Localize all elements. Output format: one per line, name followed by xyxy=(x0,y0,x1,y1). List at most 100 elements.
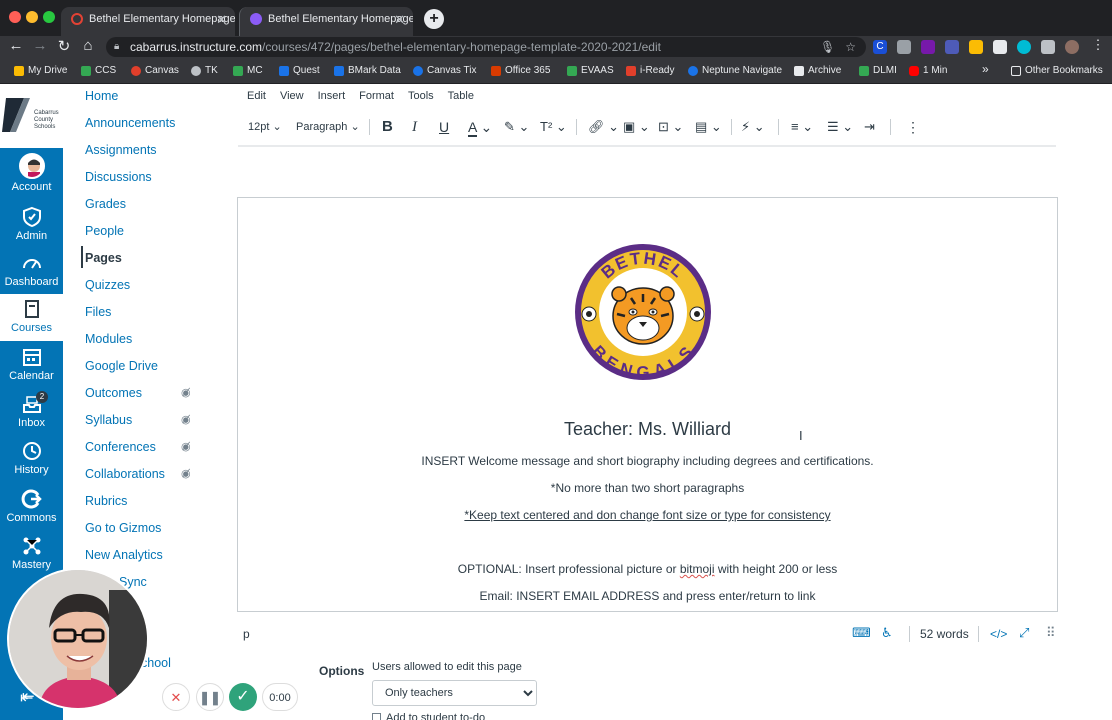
bookmark-item[interactable]: DLMI xyxy=(859,64,897,78)
global-nav-calendar[interactable]: Calendar xyxy=(0,342,63,389)
bookmark-item[interactable]: CCS xyxy=(81,64,116,78)
bookmark-item[interactable]: i-Ready xyxy=(626,64,674,78)
global-nav-mastery[interactable]: Mastery xyxy=(0,531,63,578)
course-nav-files[interactable]: Files xyxy=(85,305,111,319)
checkbox-box[interactable] xyxy=(372,713,381,720)
course-nav-new-analytics[interactable]: New Analytics xyxy=(85,548,163,562)
recorder-collapse-icon[interactable]: ⇤ xyxy=(22,687,35,705)
school-logo[interactable]: Cabarrus County Schools xyxy=(0,84,63,148)
element-path[interactable]: p xyxy=(243,627,250,641)
course-nav-people[interactable]: People xyxy=(85,224,124,238)
bookmark-item[interactable]: TK xyxy=(191,64,218,78)
other-bookmarks[interactable]: Other Bookmarks xyxy=(1011,64,1103,78)
extension-c-icon[interactable]: C xyxy=(873,40,887,54)
text-color-icon[interactable]: A ⌄ xyxy=(468,114,492,140)
zoom-window-button[interactable] xyxy=(43,11,55,23)
microphone-icon[interactable]: 🎙︎ xyxy=(820,40,835,54)
close-window-button[interactable] xyxy=(9,11,21,23)
resize-handle-icon[interactable]: ⠿ xyxy=(1046,625,1056,641)
browser-tab-2[interactable]: Bethel Elementary Homepage ✕ xyxy=(239,7,413,36)
course-nav-syllabus[interactable]: Syllabus xyxy=(85,413,132,427)
onenote-icon[interactable] xyxy=(921,40,935,54)
extension-screen-icon[interactable] xyxy=(993,40,1007,54)
global-nav-dashboard[interactable]: Dashboard xyxy=(0,248,63,295)
bookmark-item[interactable]: Canvas Tix xyxy=(413,64,476,78)
keyboard-shortcuts-icon[interactable]: ⌨︎ xyxy=(852,625,871,641)
link-icon[interactable]: 🔗︎ ⌄ xyxy=(588,114,619,140)
block-format-select[interactable]: Paragraph ⌄ xyxy=(296,114,360,140)
extension-color-icon[interactable] xyxy=(969,40,983,54)
indent-icon[interactable]: ⇥ xyxy=(864,114,875,140)
cancel-recording-button[interactable]: ✕ xyxy=(162,683,190,711)
course-nav-conferences[interactable]: Conferences xyxy=(85,440,156,454)
html-editor-toggle[interactable]: </> xyxy=(990,627,1007,641)
home-icon[interactable]: ⌂ xyxy=(78,37,98,54)
italic-icon[interactable]: I xyxy=(412,114,417,140)
underline-icon[interactable]: U xyxy=(439,114,449,140)
tab-close-icon[interactable]: ✕ xyxy=(216,7,227,32)
menu-tools[interactable]: Tools xyxy=(408,90,434,102)
menu-format[interactable]: Format xyxy=(359,90,394,102)
course-nav-grades[interactable]: Grades xyxy=(85,197,126,211)
bookmark-item[interactable]: Office 365 xyxy=(491,64,550,78)
course-nav-announcements[interactable]: Announcements xyxy=(85,116,175,130)
apps-plug-icon[interactable]: ⚡︎ ⌄ xyxy=(741,114,765,140)
global-nav-commons[interactable]: Commons xyxy=(0,484,63,531)
word-count[interactable]: 52 words xyxy=(920,627,969,641)
extension-circle-icon[interactable] xyxy=(945,40,959,54)
tab-close-icon[interactable]: ✕ xyxy=(394,7,405,32)
global-nav-courses[interactable]: Courses xyxy=(0,294,63,341)
fullscreen-icon[interactable]: ⤢ xyxy=(1019,625,1029,641)
global-nav-admin[interactable]: Admin xyxy=(0,202,63,249)
global-nav-inbox[interactable]: 2 Inbox xyxy=(0,389,63,436)
align-center-icon[interactable]: ≡ ⌄ xyxy=(791,114,813,140)
address-bar[interactable]: 🔒︎ cabarrus.instructure.com/courses/472/… xyxy=(106,37,866,57)
bookmark-item[interactable]: EVAAS xyxy=(567,64,614,78)
pause-recording-button[interactable]: ❚❚ xyxy=(196,683,224,711)
edit-permission-select[interactable]: Only teachers xyxy=(372,680,537,706)
course-nav-assignments[interactable]: Assignments xyxy=(85,143,157,157)
course-nav-quizzes[interactable]: Quizzes xyxy=(85,278,130,292)
bookmark-item[interactable]: My Drive xyxy=(14,64,67,78)
browser-tab-1[interactable]: Bethel Elementary Homepage ✕ xyxy=(61,7,235,36)
bookmark-item[interactable]: MC xyxy=(233,64,263,78)
editor-content-area[interactable]: BETHEL BENGALS Teacher: Ms. Williard INS… xyxy=(237,197,1058,612)
highlight-color-icon[interactable]: ✎ ⌄ xyxy=(504,114,529,140)
bookmark-item[interactable]: BMark Data xyxy=(334,64,401,78)
more-bookmarks-button[interactable]: » xyxy=(982,62,989,76)
bookmark-item[interactable]: Canvas xyxy=(131,64,179,78)
minimize-window-button[interactable] xyxy=(26,11,38,23)
global-nav-history[interactable]: History xyxy=(0,436,63,483)
new-tab-button[interactable]: + xyxy=(424,9,444,29)
bulleted-list-icon[interactable]: ☰ ⌄ xyxy=(827,114,853,140)
reload-icon[interactable]: ↻ xyxy=(54,37,74,55)
recorder-more-icon[interactable]: ··· xyxy=(140,687,154,703)
image-icon[interactable]: ▣ ⌄ xyxy=(623,114,650,140)
more-options-icon[interactable]: ⋮ xyxy=(906,114,920,140)
bookmark-item[interactable]: 1 Min xyxy=(909,64,947,78)
back-arrow-icon[interactable]: ← xyxy=(6,37,26,54)
bold-icon[interactable]: B xyxy=(382,114,393,140)
profile-avatar-icon[interactable] xyxy=(1065,40,1079,54)
menu-view[interactable]: View xyxy=(280,90,304,102)
extension-grid-icon[interactable] xyxy=(897,40,911,54)
course-nav-rubrics[interactable]: Rubrics xyxy=(85,494,127,508)
course-nav-pages[interactable]: Pages xyxy=(85,251,122,265)
course-nav-gizmos[interactable]: Go to Gizmos xyxy=(85,521,161,535)
finish-recording-button[interactable]: ✓ xyxy=(229,683,257,711)
extensions-puzzle-icon[interactable] xyxy=(1041,40,1055,54)
accessibility-checker-icon[interactable]: ♿︎ xyxy=(881,625,893,641)
browser-menu-icon[interactable]: ⋮ xyxy=(1088,37,1108,53)
course-nav-collaborations[interactable]: Collaborations xyxy=(85,467,165,481)
bookmark-item[interactable]: Neptune Navigate xyxy=(688,64,782,78)
student-todo-checkbox[interactable]: Add to student to-do xyxy=(372,712,485,720)
menu-edit[interactable]: Edit xyxy=(247,90,266,102)
course-nav-google-drive[interactable]: Google Drive xyxy=(85,359,158,373)
extension-diamond-icon[interactable] xyxy=(1017,40,1031,54)
course-nav-home[interactable]: Home xyxy=(85,89,118,103)
global-nav-account[interactable]: Account xyxy=(0,150,63,198)
bookmark-item[interactable]: Archive xyxy=(794,64,841,78)
menu-insert[interactable]: Insert xyxy=(318,90,346,102)
forward-arrow-icon[interactable]: → xyxy=(30,37,50,54)
course-nav-outcomes[interactable]: Outcomes xyxy=(85,386,142,400)
